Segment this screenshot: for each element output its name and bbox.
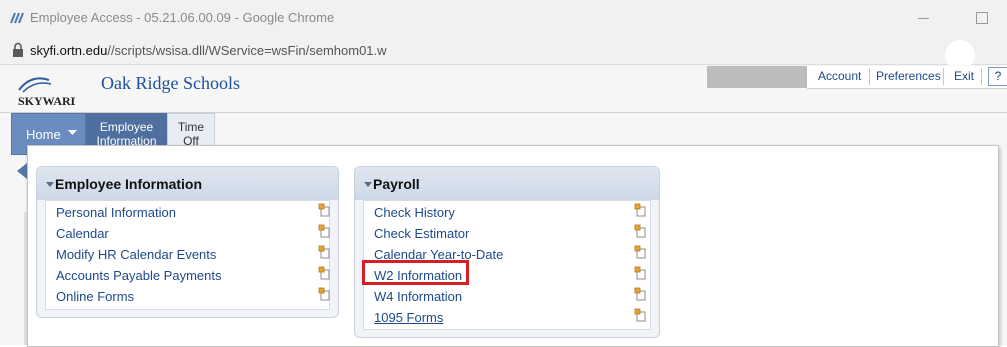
title-bar: Employee Access - 05.21.06.00.09 - Googl… xyxy=(0,0,1007,36)
list-item-check-history[interactable]: Check History xyxy=(374,205,455,220)
list-item-check-estimator[interactable]: Check Estimator xyxy=(374,226,469,241)
maximize-icon xyxy=(976,12,988,24)
collapse-triangle-icon[interactable] xyxy=(46,182,54,187)
card-title: Employee Information xyxy=(55,176,203,192)
employee-information-card: Employee Information Personal Informatio… xyxy=(36,166,339,318)
list-item-accounts-payable-payments[interactable]: Accounts Payable Payments xyxy=(56,268,221,283)
list-item-1095-forms[interactable]: 1095 Forms xyxy=(374,310,443,325)
separator xyxy=(869,68,870,85)
card-header: Employee Information xyxy=(37,167,338,200)
new-window-icon[interactable] xyxy=(634,203,646,217)
new-window-icon[interactable] xyxy=(318,224,330,238)
w2-information-highlight xyxy=(362,260,469,285)
window-title: Employee Access - 05.21.06.00.09 - Googl… xyxy=(30,10,335,25)
list-item-calendar[interactable]: Calendar xyxy=(56,226,109,241)
list-item-modify-hr-calendar-events[interactable]: Modify HR Calendar Events xyxy=(56,247,216,262)
minimize-icon xyxy=(918,18,929,19)
new-window-icon[interactable] xyxy=(318,287,330,301)
new-window-icon[interactable] xyxy=(634,245,646,259)
collapse-arrow-icon[interactable] xyxy=(17,163,27,179)
separator xyxy=(981,68,982,85)
card-body: Personal Information Calendar Modify HR … xyxy=(45,200,330,310)
list-item-w4-information[interactable]: W4 Information xyxy=(374,289,462,304)
chevron-down-icon[interactable] xyxy=(68,130,77,136)
list-item-personal-information[interactable]: Personal Information xyxy=(56,205,176,220)
account-link[interactable]: Account xyxy=(818,69,861,83)
new-window-icon[interactable] xyxy=(318,266,330,280)
skyward-logo: SKYWARD xyxy=(18,77,75,108)
collapse-triangle-icon[interactable] xyxy=(364,182,372,187)
payroll-card: Payroll Check History Check Estimator Ca… xyxy=(354,166,660,338)
preferences-link[interactable]: Preferences xyxy=(876,69,941,83)
new-window-icon[interactable] xyxy=(634,266,646,280)
card-header: Payroll xyxy=(355,167,659,200)
new-window-icon[interactable] xyxy=(634,308,646,322)
list-item-online-forms[interactable]: Online Forms xyxy=(56,289,134,304)
address-bar[interactable]: skyfi.ortn.edu//scripts/wsisa.dll/WServi… xyxy=(0,36,1007,65)
separator xyxy=(943,68,944,85)
url-text[interactable]: skyfi.ortn.edu//scripts/wsisa.dll/WServi… xyxy=(30,43,387,58)
lock-icon xyxy=(13,42,23,57)
card-title: Payroll xyxy=(373,176,420,192)
tab-time-line1: Time xyxy=(177,120,205,134)
user-name-area xyxy=(707,66,807,88)
tab-home-label: Home xyxy=(26,127,61,142)
url-path: //scripts/wsisa.dll/WService=wsFin/semho… xyxy=(107,43,387,58)
tab-employee-line1: Employee xyxy=(99,120,154,134)
chrome-app-icon xyxy=(10,12,24,24)
svg-text:SKYWARD: SKYWARD xyxy=(18,94,75,108)
top-links: Account Preferences Exit xyxy=(807,66,1007,89)
url-host: skyfi.ortn.edu xyxy=(30,43,108,58)
new-window-icon[interactable] xyxy=(634,224,646,238)
new-window-icon[interactable] xyxy=(634,287,646,301)
maximize-button[interactable] xyxy=(972,8,992,28)
help-button[interactable]: ? xyxy=(988,67,1007,86)
exit-link[interactable]: Exit xyxy=(954,69,974,83)
new-window-icon[interactable] xyxy=(318,245,330,259)
district-name: Oak Ridge Schools xyxy=(101,73,240,93)
new-window-icon[interactable] xyxy=(318,203,330,217)
minimize-button[interactable] xyxy=(912,10,936,26)
